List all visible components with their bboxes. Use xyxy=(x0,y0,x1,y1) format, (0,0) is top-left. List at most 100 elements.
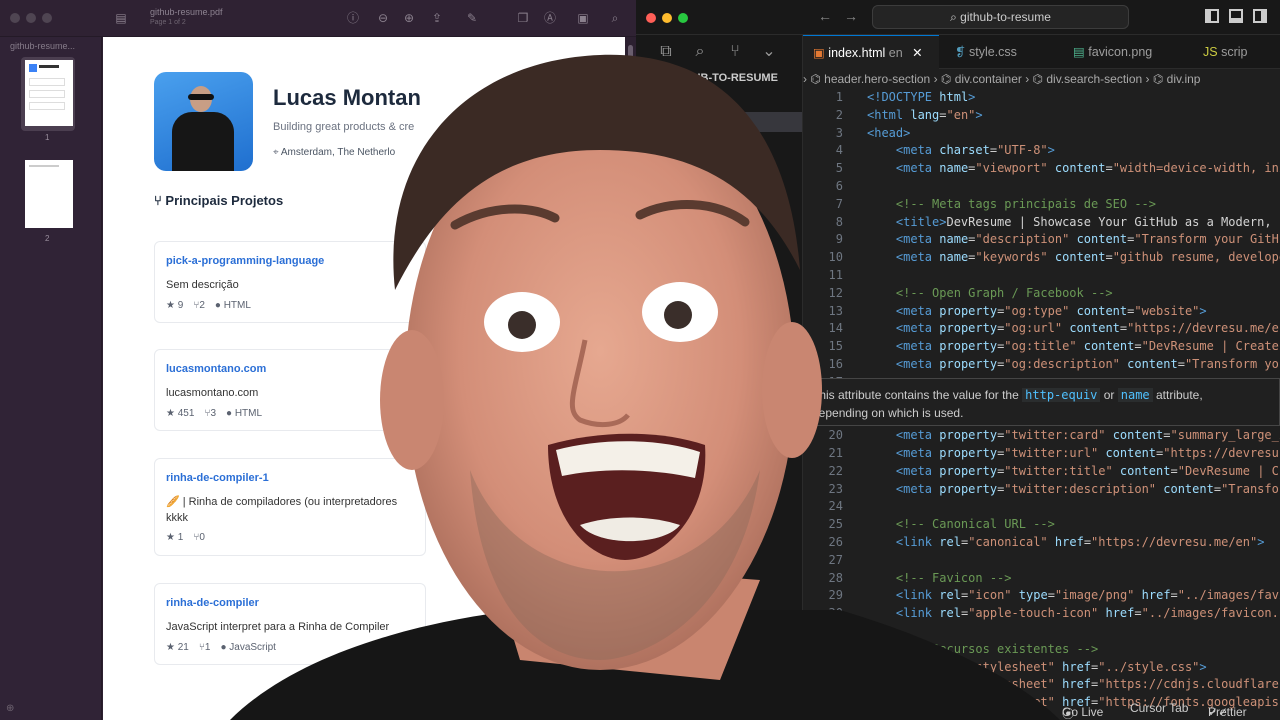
page-thumbnail-2[interactable] xyxy=(25,160,73,228)
project-name[interactable]: lucasmontano.com xyxy=(166,363,266,375)
code-line[interactable]: <meta property="og:description" content=… xyxy=(867,357,1280,371)
line-number: 7 xyxy=(835,196,843,211)
toggle-secondary-sidebar-icon[interactable] xyxy=(1253,9,1267,23)
js-file-icon: JS xyxy=(1203,45,1218,59)
line-number: 8 xyxy=(835,214,843,229)
code-line[interactable]: <meta name="viewport" content="width=dev… xyxy=(867,161,1280,175)
breadcrumb-item[interactable]: ⌬ div.container xyxy=(941,72,1022,86)
zoom-window-button[interactable] xyxy=(42,13,52,23)
zoom-window-button[interactable] xyxy=(678,13,688,23)
code-line[interactable]: <title>DevResume | Showcase Your GitHub … xyxy=(867,215,1280,229)
tree-folder-en[interactable]: ⌄ ▬ en xyxy=(640,91,802,111)
code-line[interactable]: <meta property="og:type" content="websit… xyxy=(867,304,1207,318)
toggle-sidebar-icon[interactable] xyxy=(1205,9,1219,23)
line-number: 16 xyxy=(828,357,843,371)
files-icon[interactable]: ⧉ xyxy=(655,41,677,63)
add-icon[interactable]: ⊕ xyxy=(6,703,14,714)
tree-file-index-html[interactable]: ▣ index.html xyxy=(640,112,802,132)
tree-folder-images[interactable]: ages xyxy=(640,134,802,154)
annotate-icon[interactable]: Ⓐ xyxy=(541,9,559,27)
code-line[interactable]: <!-- Canonical URL --> xyxy=(867,517,1055,531)
code-line[interactable]: <link rel="stylesheet" href="../style.cs… xyxy=(867,660,1207,674)
back-arrow-icon[interactable]: ← xyxy=(818,8,832,24)
code-line[interactable]: <head> xyxy=(867,126,910,140)
code-line[interactable]: <meta charset="UTF-8"> xyxy=(867,143,1055,157)
share-icon[interactable]: ⇪ xyxy=(428,9,446,27)
line-number: 27 xyxy=(828,552,843,567)
line-number: 6 xyxy=(835,179,843,193)
tab-favicon-png[interactable]: ▤ favicon.png xyxy=(1063,35,1187,69)
line-number: 34 xyxy=(828,677,843,692)
code-line[interactable]: <!-- Recursos existentes --> xyxy=(867,642,1098,656)
close-window-button[interactable] xyxy=(10,13,20,23)
editor-tabs: ▣ index.html en ✕ ❡ style.css ▤ favicon.… xyxy=(803,35,1280,69)
code-line[interactable]: <!-- Favicon --> xyxy=(867,571,1012,585)
code-line[interactable]: <meta property="og:title" content="DevRe… xyxy=(867,339,1279,353)
tab-index-html[interactable]: ▣ index.html en ✕ xyxy=(803,35,939,69)
document-page-info: Page 1 of 2 xyxy=(150,19,186,26)
code-line[interactable]: <meta property="twitter:card" content="s… xyxy=(867,428,1280,442)
code-line[interactable]: <meta property="twitter:title" content="… xyxy=(867,464,1280,478)
project-card: rinha-de-compiler JavaScript interpret p… xyxy=(154,583,426,665)
fork-icon: ⑂2 xyxy=(193,300,205,311)
sidebar-toggle-icon[interactable]: ▤ xyxy=(112,9,130,27)
project-name[interactable]: rinha-de-compiler xyxy=(166,597,259,609)
tab-style-css[interactable]: ❡ style.css xyxy=(943,35,1057,69)
project-meta: ★ 9 ⑂2 ● HTML xyxy=(166,300,261,311)
code-line[interactable]: <meta property="twitter:url" content="ht… xyxy=(867,446,1280,460)
toggle-panel-icon[interactable] xyxy=(1229,9,1243,23)
breadcrumb-item[interactable]: ⌬ div.inp xyxy=(1153,72,1201,86)
code-line[interactable]: <meta name="keywords" content="github re… xyxy=(867,250,1280,264)
breadcrumb-item[interactable]: ⌬ div.search-section xyxy=(1033,72,1143,86)
tab-script[interactable]: JS scrip xyxy=(1193,35,1280,69)
project-card: lucasmontano.com lucasmontano.com ★ 451 ⑂… xyxy=(154,349,426,431)
search-icon[interactable]: ⌕ xyxy=(689,41,711,63)
markup-pen-icon[interactable]: ✎ xyxy=(463,9,481,27)
code-line[interactable]: <link rel="icon" type="image/png" href="… xyxy=(867,588,1280,602)
project-meta: ★ 451 ⑂3 ● HTML xyxy=(166,408,272,419)
chevron-right-icon: › xyxy=(803,72,807,86)
line-number: 3 xyxy=(835,125,843,140)
minimize-window-button[interactable] xyxy=(26,13,36,23)
code-line[interactable]: <!-- Open Graph / Facebook --> xyxy=(867,286,1113,300)
pdf-scrollbar[interactable] xyxy=(625,37,636,720)
project-name[interactable]: rinha-de-compiler-1 xyxy=(166,472,269,484)
project-meta: ★ 1 ⑂0 xyxy=(166,532,215,543)
form-icon[interactable]: ▣ xyxy=(574,9,592,27)
zoom-out-icon[interactable]: ⊖ xyxy=(374,9,392,27)
zoom-in-icon[interactable]: ⊕ xyxy=(400,9,418,27)
explorer-panel: ⧉ ⌕ ⑂ ⌄ ⌄ GITHUB-TO-RESUME ⌄ ▬ en ▣ inde… xyxy=(640,35,803,720)
close-window-button[interactable] xyxy=(646,13,656,23)
project-name[interactable]: pick-a-programming-language xyxy=(166,255,324,267)
page-thumbnail-1[interactable] xyxy=(25,60,73,126)
command-center-search[interactable]: ⌕ github-to-resume xyxy=(872,5,1129,29)
chevron-down-icon[interactable]: ⌄ xyxy=(758,41,780,63)
project-description: lucasmontano.com xyxy=(166,387,259,399)
code-line[interactable]: <link rel="canonical" href="https://devr… xyxy=(867,535,1265,549)
code-line[interactable]: <!-- Meta tags principais de SEO --> xyxy=(867,197,1156,211)
window-icon[interactable]: ❐ xyxy=(514,9,532,27)
resume-name: Lucas Montan xyxy=(273,85,421,110)
line-number: 10 xyxy=(828,250,843,265)
search-icon[interactable]: ⌕ xyxy=(606,9,624,27)
code-line[interactable]: <meta property="twitter:description" con… xyxy=(867,482,1280,496)
code-line[interactable]: <meta property="og:url" content="https:/… xyxy=(867,321,1280,335)
code-line[interactable]: <link rel="stylesheet" href="https://cdn… xyxy=(867,677,1280,691)
screen: ▤ github-resume.pdf Page 1 of 2 ⓘ ⊖ ⊕ ⇪ … xyxy=(0,0,1280,720)
star-icon: ★ 1 xyxy=(166,532,184,543)
pdf-toolbar: ▤ github-resume.pdf Page 1 of 2 ⓘ ⊖ ⊕ ⇪ … xyxy=(0,0,636,37)
project-card: pick-a-programming-language Sem descriçã… xyxy=(154,241,426,323)
explorer-root-folder[interactable]: ⌄ GITHUB-TO-RESUME xyxy=(654,71,778,84)
forward-arrow-icon[interactable]: → xyxy=(844,8,858,24)
cursor-tab-button[interactable]: Cursor Tab xyxy=(1130,701,1188,715)
code-line[interactable]: <meta name="description" content="Transf… xyxy=(867,232,1280,246)
code-line[interactable]: <link rel="apple-touch-icon" href="../im… xyxy=(867,606,1280,620)
code-line[interactable]: <!DOCTYPE html> xyxy=(867,90,975,104)
star-icon: ★ 21 xyxy=(166,642,189,653)
source-control-icon[interactable]: ⑂ xyxy=(724,41,746,63)
info-icon[interactable]: ⓘ xyxy=(344,9,362,27)
minimize-window-button[interactable] xyxy=(662,13,672,23)
code-line[interactable]: <html lang="en"> xyxy=(867,108,983,122)
close-icon: ✕ xyxy=(912,46,923,60)
breadcrumb-item[interactable]: ⌬ header.hero-section xyxy=(810,72,930,86)
